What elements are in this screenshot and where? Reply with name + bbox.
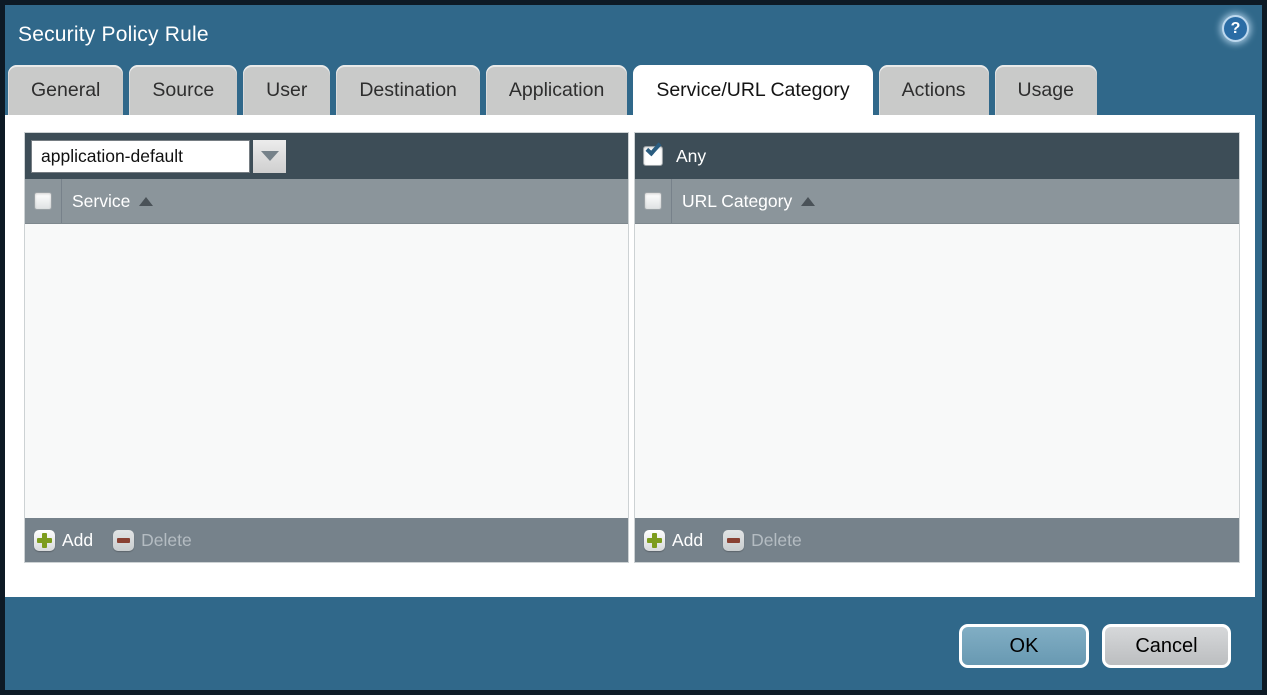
service-type-dropdown-value[interactable]: application-default [31,140,250,173]
url-category-panel: Any URL Category Add Delete [634,132,1240,563]
url-category-table-body [635,224,1239,518]
sort-ascending-icon [139,197,153,206]
service-add-button[interactable]: Add [34,530,93,551]
ok-button[interactable]: OK [959,624,1089,668]
tab-bar: General Source User Destination Applicat… [8,65,1262,115]
delete-icon [113,530,134,551]
service-panel-toolbar: application-default [25,133,628,179]
url-category-delete-button[interactable]: Delete [723,530,802,551]
url-category-panel-footer: Add Delete [635,518,1239,562]
delete-button-label: Delete [751,530,802,551]
service-table-body [25,224,628,518]
tab-service-url-category[interactable]: Service/URL Category [633,65,872,115]
url-category-select-all-checkbox[interactable] [644,192,662,210]
service-select-all-checkbox[interactable] [34,192,52,210]
tab-application[interactable]: Application [486,65,627,115]
delete-button-label: Delete [141,530,192,551]
sort-ascending-icon [801,197,815,206]
add-icon [34,530,55,551]
tab-actions[interactable]: Actions [879,65,989,115]
add-button-label: Add [672,530,703,551]
tab-destination[interactable]: Destination [336,65,480,115]
cancel-button[interactable]: Cancel [1102,624,1231,668]
service-panel: application-default Service Add [24,132,629,563]
help-icon[interactable]: ? [1222,15,1249,42]
add-icon [644,530,665,551]
url-category-panel-toolbar: Any [635,133,1239,179]
any-checkbox-label[interactable]: Any [676,146,706,167]
any-checkbox[interactable] [643,146,663,166]
service-delete-button[interactable]: Delete [113,530,192,551]
tab-usage[interactable]: Usage [995,65,1097,115]
checkmark-icon [646,140,662,157]
tab-source[interactable]: Source [129,65,237,115]
titlebar: Security Policy Rule ? [5,5,1262,65]
service-table-header: Service [25,179,628,224]
chevron-down-icon [261,151,279,161]
add-button-label: Add [62,530,93,551]
url-category-column-label[interactable]: URL Category [682,191,792,212]
tab-content: application-default Service Add [5,115,1255,597]
column-divider [671,179,672,223]
url-category-add-button[interactable]: Add [644,530,703,551]
dialog-title: Security Policy Rule [5,23,209,47]
security-policy-rule-dialog: Security Policy Rule ? General Source Us… [0,0,1267,695]
service-type-dropdown-button[interactable] [253,140,286,173]
column-divider [61,179,62,223]
service-type-dropdown: application-default [31,140,286,173]
url-category-table-header: URL Category [635,179,1239,224]
tab-general[interactable]: General [8,65,123,115]
tab-user[interactable]: User [243,65,330,115]
service-panel-footer: Add Delete [25,518,628,562]
delete-icon [723,530,744,551]
service-column-label[interactable]: Service [72,191,130,212]
